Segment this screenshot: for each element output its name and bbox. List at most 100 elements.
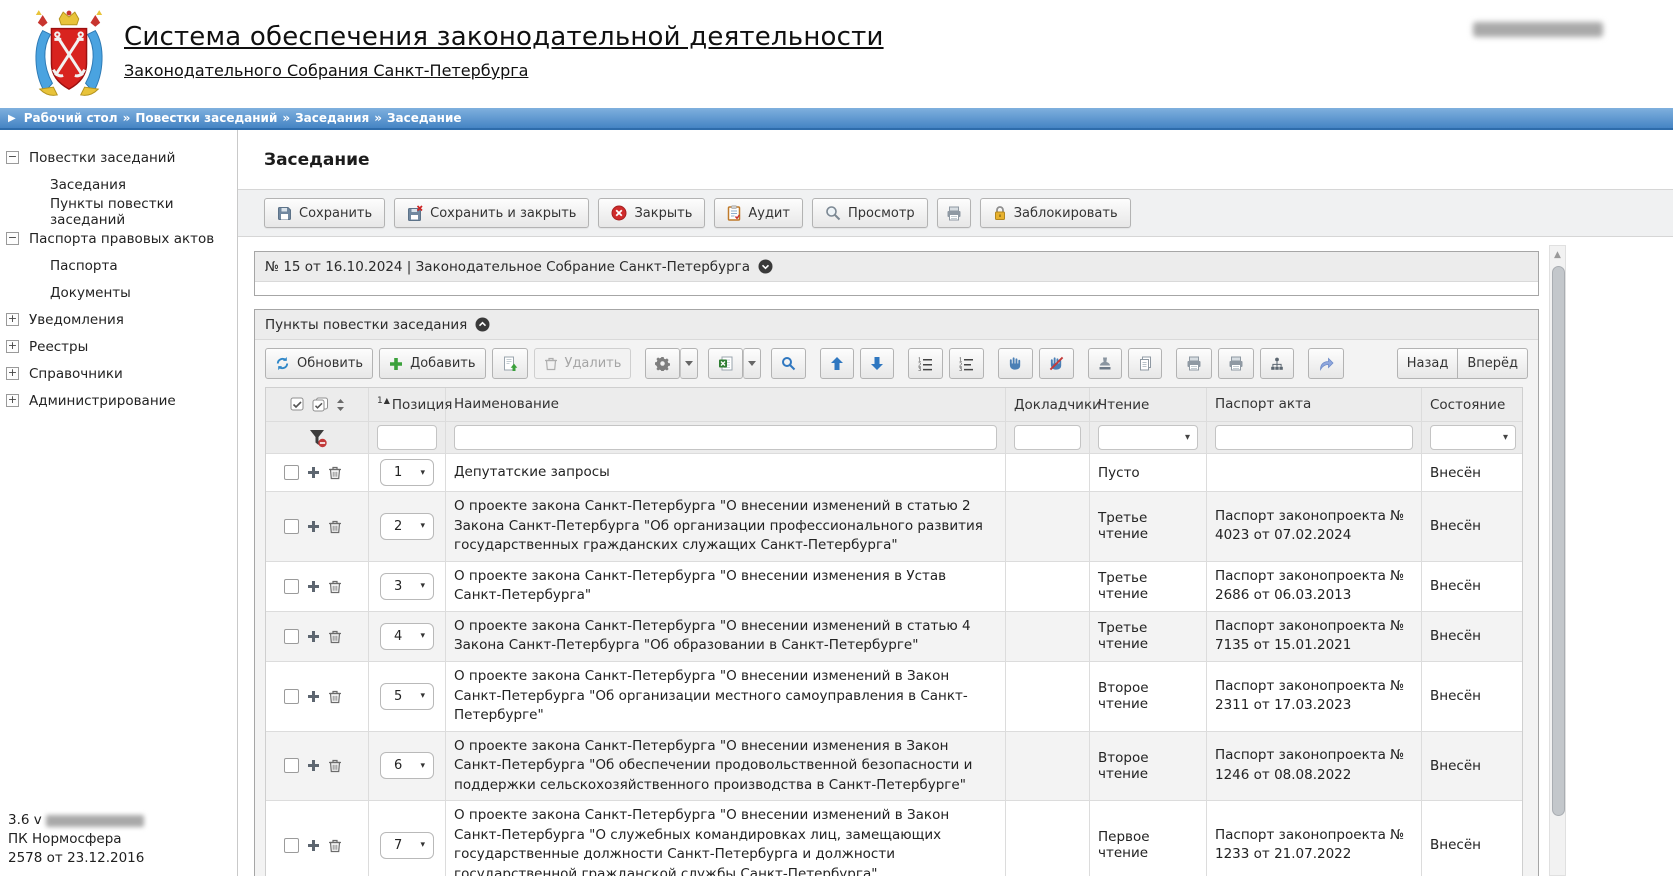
scrollbar-thumb[interactable] [1552, 266, 1565, 816]
sort-icon[interactable] [336, 398, 345, 412]
back-button[interactable]: Назад [1397, 348, 1459, 379]
row-checkbox[interactable] [284, 629, 299, 644]
sidebar-item-label[interactable]: Реестры [29, 339, 88, 355]
column-header-position[interactable]: 1▲ Позиция [369, 388, 446, 421]
row-checkbox[interactable] [284, 758, 299, 773]
row-checkbox[interactable] [284, 689, 299, 704]
breadcrumb-item[interactable]: Заседание [387, 111, 462, 125]
print-grid-button[interactable] [1176, 348, 1212, 379]
print-all-button[interactable] [1218, 348, 1254, 379]
site-title-link[interactable]: Система обеспечения законодательной деят… [124, 22, 884, 52]
add-button[interactable]: Добавить [379, 348, 485, 379]
view-button[interactable]: Просмотр [812, 198, 928, 228]
row-checkbox[interactable] [284, 838, 299, 853]
logged-in-user[interactable] [1473, 22, 1603, 37]
breadcrumb-item[interactable]: Рабочий стол [24, 111, 118, 125]
expand-icon[interactable]: + [6, 340, 19, 353]
sidebar-subitem[interactable]: Пункты повестки заседаний [6, 198, 237, 225]
copy-button[interactable] [1128, 348, 1162, 379]
lock-button[interactable]: Заблокировать [980, 198, 1131, 228]
audit-button[interactable]: Аудит [714, 198, 803, 228]
filter-name-input[interactable] [454, 425, 997, 450]
save-button[interactable]: Сохранить [264, 198, 385, 228]
add-row-icon[interactable] [307, 520, 320, 533]
move-down-button[interactable] [860, 348, 894, 379]
site-subtitle-link[interactable]: Законодательного Собрания Санкт-Петербур… [124, 61, 884, 80]
print-button[interactable] [937, 198, 971, 228]
add-row-icon[interactable] [307, 839, 320, 852]
delete-button[interactable]: Удалить [534, 348, 632, 379]
stamp-button[interactable] [1088, 348, 1122, 379]
select-row-icon[interactable] [290, 397, 305, 412]
refresh-button[interactable]: Обновить [265, 348, 373, 379]
column-header-name[interactable]: Наименование [446, 388, 1006, 421]
position-select[interactable]: 6▾ [380, 752, 434, 779]
search-button[interactable] [771, 348, 806, 379]
filter-passport-input[interactable] [1215, 425, 1413, 450]
filter-state-select[interactable]: ▾ [1430, 425, 1516, 450]
renumbering-button[interactable]: 123 [949, 348, 984, 379]
column-header-reading[interactable]: Чтение [1090, 388, 1207, 421]
filter-clear-icon[interactable] [307, 428, 328, 448]
add-row-icon[interactable] [307, 580, 320, 593]
row-checkbox[interactable] [284, 519, 299, 534]
sidebar-subitem[interactable]: Документы [6, 279, 237, 306]
row-checkbox[interactable] [284, 465, 299, 480]
session-panel-header[interactable]: № 15 от 16.10.2024 | Законодательное Соб… [255, 252, 1538, 282]
filter-speakers-input[interactable] [1014, 425, 1081, 450]
sidebar-item-label[interactable]: Администрирование [29, 393, 176, 409]
add-row-icon[interactable] [307, 466, 320, 479]
collapse-icon[interactable]: − [6, 232, 19, 245]
expand-icon[interactable]: + [6, 367, 19, 380]
export-menu-caret[interactable] [743, 348, 761, 379]
position-select[interactable]: 5▾ [380, 683, 434, 710]
column-header-speakers[interactable]: Докладчики [1006, 388, 1090, 421]
filter-position-input[interactable] [377, 425, 437, 450]
sidebar-subitem[interactable]: Заседания [6, 171, 237, 198]
delete-row-icon[interactable] [328, 579, 342, 594]
position-select[interactable]: 1▾ [380, 459, 434, 486]
expand-icon[interactable]: + [6, 394, 19, 407]
column-header-passport[interactable]: Паспорт акта [1207, 388, 1422, 421]
settings-menu-caret[interactable] [680, 348, 698, 379]
numbering-button[interactable]: 123 [908, 348, 943, 379]
delete-row-icon[interactable] [328, 629, 342, 644]
breadcrumb-item[interactable]: Повестки заседаний [135, 111, 277, 125]
vote-button[interactable] [998, 348, 1033, 379]
position-select[interactable]: 7▾ [380, 832, 434, 859]
scroll-up-icon[interactable]: ▲ [1550, 246, 1565, 263]
breadcrumb-item[interactable]: Заседания [295, 111, 369, 125]
sidebar-item-label[interactable]: Справочники [29, 366, 123, 382]
link-button[interactable] [1308, 348, 1344, 379]
delete-row-icon[interactable] [328, 689, 342, 704]
delete-row-icon[interactable] [328, 465, 342, 480]
delete-row-icon[interactable] [328, 838, 342, 853]
add-row-icon[interactable] [307, 630, 320, 643]
filter-reading-select[interactable]: ▾ [1098, 425, 1198, 450]
move-up-button[interactable] [820, 348, 854, 379]
position-select[interactable]: 4▾ [380, 623, 434, 650]
export-excel-button[interactable] [708, 348, 743, 379]
vote-cancel-button[interactable] [1039, 348, 1074, 379]
collapse-icon[interactable]: − [6, 151, 19, 164]
position-select[interactable]: 2▾ [380, 513, 434, 540]
select-all-icon[interactable] [312, 397, 329, 412]
forward-button[interactable]: Вперёд [1457, 348, 1528, 379]
sidebar-item-label[interactable]: Уведомления [29, 312, 124, 328]
close-button[interactable]: Закрыть [598, 198, 705, 228]
delete-row-icon[interactable] [328, 519, 342, 534]
hierarchy-button[interactable] [1260, 348, 1294, 379]
column-header-state[interactable]: Состояние [1422, 388, 1524, 421]
agenda-items-panel-header[interactable]: Пункты повестки заседания [255, 310, 1538, 340]
insert-document-button[interactable] [492, 348, 528, 379]
sidebar-item-label[interactable]: Повестки заседаний [29, 150, 175, 166]
sidebar-subitem[interactable]: Паспорта [6, 252, 237, 279]
position-select[interactable]: 3▾ [380, 573, 434, 600]
save-and-close-button[interactable]: Сохранить и закрыть [394, 198, 589, 228]
delete-row-icon[interactable] [328, 758, 342, 773]
row-checkbox[interactable] [284, 579, 299, 594]
add-row-icon[interactable] [307, 759, 320, 772]
settings-button[interactable] [645, 348, 680, 379]
sidebar-item-label[interactable]: Паспорта правовых актов [29, 231, 214, 247]
add-row-icon[interactable] [307, 690, 320, 703]
